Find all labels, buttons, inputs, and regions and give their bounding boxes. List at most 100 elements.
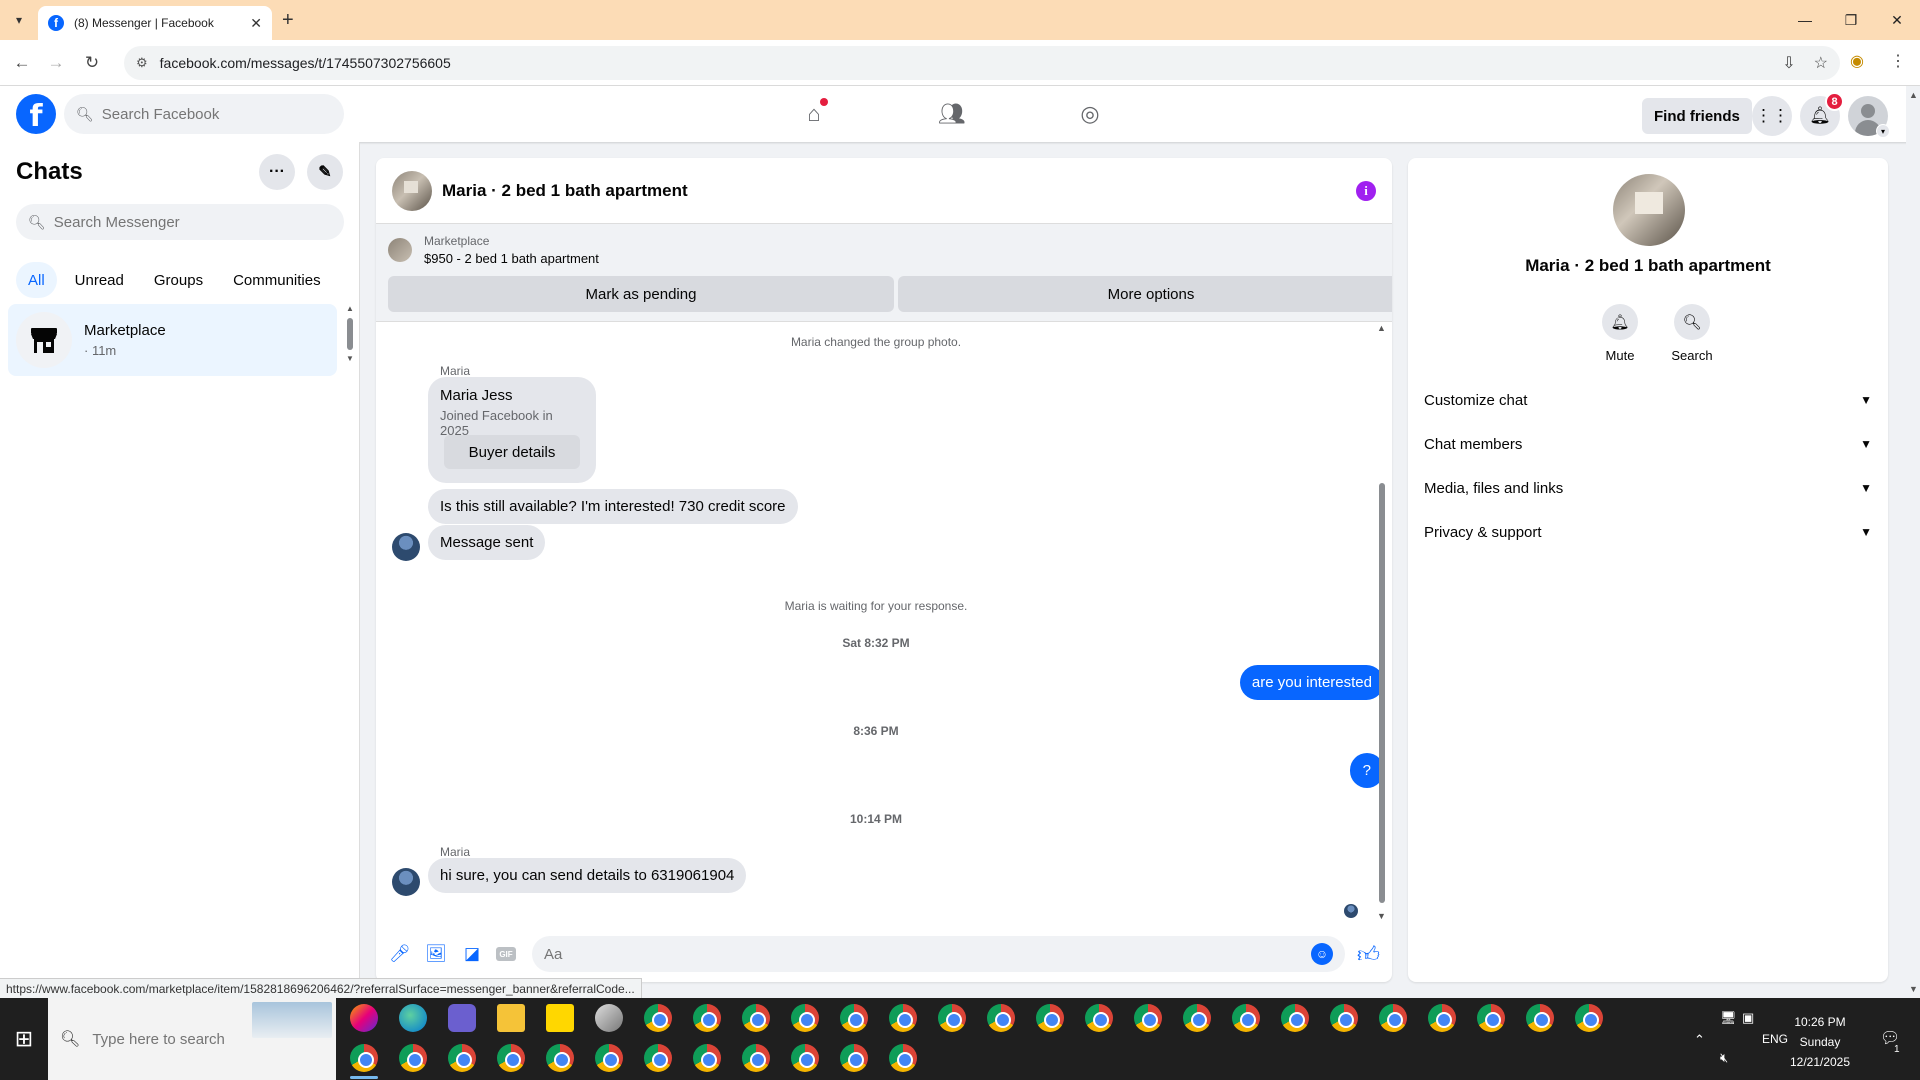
filter-groups[interactable]: Groups bbox=[142, 262, 215, 298]
chrome-profile-icon[interactable] bbox=[1428, 1004, 1456, 1032]
tablet-icon[interactable]: ▣ bbox=[1742, 1010, 1754, 1026]
filter-all[interactable]: All bbox=[16, 262, 57, 298]
buyer-details-button[interactable]: Buyer details bbox=[444, 435, 580, 469]
site-info-icon[interactable]: ⚙ bbox=[136, 55, 148, 71]
microphone-icon[interactable]: 🎤︎ bbox=[388, 942, 412, 966]
new-tab-plus-icon[interactable]: + bbox=[282, 9, 294, 32]
chrome-profile-icon[interactable] bbox=[399, 1044, 427, 1072]
account-chevron-icon[interactable]: ▾ bbox=[1876, 124, 1890, 138]
home-nav-icon[interactable]: ⌂ bbox=[784, 86, 844, 142]
restore-icon[interactable]: ❐ bbox=[1828, 0, 1874, 40]
facebook-search[interactable]: 🔍︎ bbox=[64, 94, 344, 134]
new-message-icon[interactable]: ✎ bbox=[307, 154, 343, 190]
thumbs-up-icon[interactable]: 👍︎ bbox=[1357, 941, 1380, 968]
message-input-box[interactable]: ☺ bbox=[532, 936, 1345, 972]
taskbar-search[interactable]: 🔍︎ bbox=[48, 998, 336, 1080]
chrome-profile-icon[interactable] bbox=[693, 1004, 721, 1032]
gif-icon[interactable]: GIF bbox=[496, 947, 516, 961]
chrome-profile-icon[interactable] bbox=[1330, 1004, 1358, 1032]
chrome-profile-icon[interactable] bbox=[1526, 1004, 1554, 1032]
edge-icon[interactable] bbox=[399, 1004, 427, 1032]
info-icon[interactable]: i bbox=[1356, 180, 1376, 201]
chrome-profile-icon[interactable] bbox=[1232, 1004, 1260, 1032]
chrome-profile-icon[interactable] bbox=[840, 1044, 868, 1072]
browser-menu-icon[interactable]: ⋮ bbox=[1890, 51, 1906, 71]
file-explorer-icon[interactable] bbox=[497, 1004, 525, 1032]
listing-photo[interactable] bbox=[1613, 174, 1685, 246]
more-options-button[interactable]: More options bbox=[898, 276, 1392, 312]
maria-avatar[interactable] bbox=[392, 868, 420, 896]
conversation-scrollbar[interactable]: ▲ ▼ bbox=[1376, 323, 1388, 923]
window-close-icon[interactable]: ✕ bbox=[1874, 0, 1920, 40]
back-arrow-icon[interactable]: ← bbox=[10, 51, 34, 75]
chrome-profile-icon[interactable] bbox=[840, 1004, 868, 1032]
page-scrollbar[interactable]: ▲ ▼ bbox=[1906, 86, 1920, 998]
chrome-profile-icon[interactable] bbox=[889, 1044, 917, 1072]
chrome-profile-icon[interactable] bbox=[889, 1004, 917, 1032]
browser-profile-icon[interactable]: ◉ bbox=[1850, 51, 1864, 71]
message-input[interactable] bbox=[544, 945, 1311, 963]
facebook-search-input[interactable] bbox=[101, 105, 332, 123]
chrome-profile-icon[interactable] bbox=[1379, 1004, 1407, 1032]
chrome-profile-icon[interactable] bbox=[791, 1004, 819, 1032]
marketplace-listing-link[interactable]: Marketplace $950 - 2 bed 1 bath apartmen… bbox=[388, 234, 599, 266]
chrome-profile-icon[interactable] bbox=[595, 1044, 623, 1072]
windows-start-icon[interactable]: ⊞ bbox=[0, 998, 48, 1080]
chrome-profile-icon[interactable] bbox=[644, 1044, 672, 1072]
emoji-icon[interactable]: ☺ bbox=[1311, 943, 1333, 965]
chrome-profile-icon[interactable] bbox=[1477, 1004, 1505, 1032]
filter-communities[interactable]: Communities bbox=[221, 262, 333, 298]
chrome-profile-icon[interactable] bbox=[1036, 1004, 1064, 1032]
chrome-profile-icon[interactable] bbox=[693, 1044, 721, 1072]
chrome-profile-icon[interactable] bbox=[742, 1004, 770, 1032]
chat-options-icon[interactable]: ··· bbox=[259, 154, 295, 190]
taskbar-search-input[interactable] bbox=[92, 1030, 253, 1048]
customize-chat-row[interactable]: Customize chat ▼ bbox=[1416, 378, 1880, 422]
groups-nav-icon[interactable]: ◎ bbox=[1060, 86, 1120, 142]
messenger-search[interactable]: 🔍︎ bbox=[16, 204, 344, 240]
volume-muted-icon[interactable]: 🔇︎ bbox=[1720, 1050, 1728, 1066]
forward-arrow-icon[interactable]: → bbox=[44, 51, 68, 75]
friends-nav-icon[interactable]: 👥︎ bbox=[922, 86, 982, 142]
conversation-title[interactable]: Maria · 2 bed 1 bath apartment bbox=[442, 181, 1356, 201]
sidebar-scrollbar[interactable]: ▲ ▼ bbox=[346, 304, 354, 363]
sticky-notes-icon[interactable] bbox=[546, 1004, 574, 1032]
chrome-profile-icon[interactable] bbox=[1134, 1004, 1162, 1032]
filter-unread[interactable]: Unread bbox=[63, 262, 136, 298]
chrome-profile-icon[interactable] bbox=[1085, 1004, 1113, 1032]
app-icon[interactable] bbox=[448, 1004, 476, 1032]
tray-chevron-up-icon[interactable]: ⌃ bbox=[1694, 1032, 1705, 1048]
menu-grid-icon[interactable]: ⋮⋮ bbox=[1752, 96, 1792, 136]
app-icon[interactable] bbox=[595, 1004, 623, 1032]
chat-members-row[interactable]: Chat members ▼ bbox=[1416, 422, 1880, 466]
copilot-icon[interactable] bbox=[350, 1004, 378, 1032]
sticker-icon[interactable]: ◪ bbox=[460, 942, 484, 966]
chrome-profile-icon[interactable] bbox=[1575, 1004, 1603, 1032]
chrome-profile-icon[interactable] bbox=[938, 1004, 966, 1032]
facebook-logo-icon[interactable]: f bbox=[16, 94, 56, 134]
tab-list-chevron-icon[interactable]: ▾ bbox=[8, 10, 30, 30]
chrome-profile-icon[interactable] bbox=[546, 1044, 574, 1072]
find-friends-button[interactable]: Find friends bbox=[1642, 98, 1752, 134]
chrome-profile-icon[interactable] bbox=[742, 1044, 770, 1072]
browser-tab-messenger[interactable]: f (8) Messenger | Facebook ✕ bbox=[38, 6, 272, 40]
chrome-profile-icon[interactable] bbox=[497, 1044, 525, 1072]
bookmark-star-icon[interactable]: ☆ bbox=[1814, 53, 1828, 73]
media-files-links-row[interactable]: Media, files and links ▼ bbox=[1416, 466, 1880, 510]
chrome-profile-icon[interactable] bbox=[1183, 1004, 1211, 1032]
install-app-icon[interactable]: ⇩ bbox=[1782, 53, 1795, 73]
mute-button[interactable]: 🔔︎ Mute bbox=[1590, 304, 1650, 363]
clock[interactable]: 10:26 PM Sunday 12/21/2025 bbox=[1780, 1012, 1860, 1072]
photo-icon[interactable]: 🖼︎ bbox=[424, 942, 448, 966]
network-icon[interactable]: 🖥︎ bbox=[1720, 1010, 1737, 1026]
chrome-profile-icon[interactable] bbox=[1281, 1004, 1309, 1032]
privacy-support-row[interactable]: Privacy & support ▼ bbox=[1416, 510, 1880, 554]
notifications-bell-icon[interactable]: 🔔︎ 8 bbox=[1800, 92, 1844, 136]
maria-avatar[interactable] bbox=[392, 533, 420, 561]
reload-icon[interactable]: ↻ bbox=[80, 51, 104, 75]
chrome-icon[interactable] bbox=[644, 1004, 672, 1032]
chrome-profile-icon[interactable] bbox=[987, 1004, 1015, 1032]
chat-item-marketplace[interactable]: Marketplace · 11m bbox=[8, 304, 337, 376]
chrome-profile-icon[interactable] bbox=[350, 1044, 378, 1072]
chrome-profile-icon[interactable] bbox=[448, 1044, 476, 1072]
